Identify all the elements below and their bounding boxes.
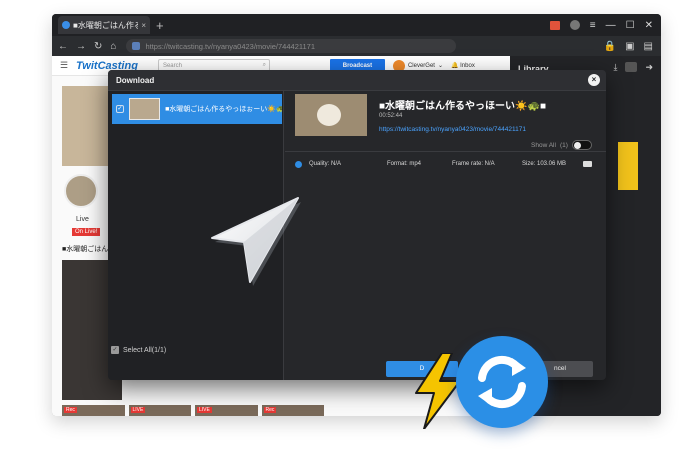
video-thumbnail <box>295 94 367 136</box>
minimize-icon[interactable]: — <box>606 20 616 31</box>
item-checkbox[interactable]: ✓ <box>116 105 124 113</box>
close-icon[interactable]: × <box>588 74 600 86</box>
site-info-icon <box>132 42 141 50</box>
live-title: ■水曜朝ごはん <box>62 246 109 253</box>
menu-icon[interactable]: ≡ <box>590 20 596 31</box>
nav-buttons: ← → ↻ ⌂ <box>52 41 116 52</box>
video-detail: ■水曜朝ごはん作るやっほーい☀️🐢■ 00:52:44 https://twit… <box>285 91 606 380</box>
url-field[interactable]: https://twitcasting.tv/nyanya0423/movie/… <box>126 39 457 53</box>
sidebar-icon[interactable]: ▤ <box>644 41 653 52</box>
broadcast-label: Broadcast <box>342 62 373 69</box>
user-name: CleverGet <box>407 62 435 69</box>
recommend-thumb[interactable]: LIVE <box>128 405 191 416</box>
show-all-toggle[interactable]: Show All (1) <box>531 140 592 150</box>
chevron-down-icon: ⌄ <box>437 63 443 69</box>
stream-thumbnail[interactable] <box>62 86 110 166</box>
forward-icon[interactable]: → <box>76 41 86 52</box>
toggle-switch[interactable] <box>571 140 592 150</box>
convert-icon <box>456 336 548 428</box>
maximize-icon[interactable]: ☐ <box>626 20 635 31</box>
checkbox-icon: ✓ <box>111 346 119 354</box>
cancel-label: ncel <box>554 365 566 372</box>
new-tab-icon[interactable]: + <box>156 18 164 33</box>
bell-icon: 🔔 <box>450 63 459 69</box>
tab-close-icon[interactable]: × <box>141 21 146 30</box>
library-highlight <box>618 142 638 190</box>
lock-icon[interactable]: 🔒 <box>604 41 616 52</box>
reload-icon[interactable]: ↻ <box>94 41 102 52</box>
size-text: Size: 103.06 MB <box>522 161 567 167</box>
address-actions: 🔒 ▣ ▤ <box>604 41 653 52</box>
dialog-header: Download × <box>108 70 606 91</box>
item-thumbnail <box>128 98 161 120</box>
format-text: Format: mp4 <box>387 161 422 167</box>
video-url[interactable]: https://twitcasting.tv/nyanya0423/movie/… <box>379 126 526 133</box>
video-title: ■水曜朝ごはん作るやっほーい☀️🐢■ <box>379 101 546 112</box>
browser-tab[interactable]: ■水曜朝ごはん作るやっ × <box>58 16 150 34</box>
library-actions: ⤓ ➜ <box>613 62 653 73</box>
list-item[interactable]: ✓ ■水曜朝ごはん作るやっほぉーい☀️🐢■ <box>112 94 282 124</box>
cursor-icon <box>211 197 301 286</box>
hamburger-icon[interactable]: ☰ <box>60 60 70 71</box>
recommend-strip: Rec LIVE LIVE Rec <box>62 405 324 416</box>
back-icon[interactable]: ← <box>58 41 68 52</box>
select-all-checkbox[interactable]: ✓ Select All(1/1) <box>111 346 166 354</box>
tab-title: ■水曜朝ごはん作るやっ <box>73 20 139 30</box>
favicon-icon <box>62 21 70 29</box>
recommend-badge: LIVE <box>130 407 146 413</box>
window-controls: ≡ — ☐ ✕ <box>549 14 661 36</box>
quality-text: Quality: N/A <box>309 161 342 167</box>
divider <box>285 151 606 152</box>
stage: ■水曜朝ごはん作るやっ × + ≡ — ☐ ✕ ← → ↻ ⌂ ht <box>0 0 684 449</box>
search-placeholder: Search <box>162 62 182 69</box>
video-duration: 00:52:44 <box>379 113 403 119</box>
screenshot-icon[interactable]: ▣ <box>625 41 634 52</box>
recommend-badge: Rec <box>263 407 277 413</box>
gift-icon[interactable] <box>549 20 560 30</box>
framerate-text: Frame rate: N/A <box>452 161 495 167</box>
search-icon: ⌕ <box>262 62 266 68</box>
recommend-thumb[interactable]: Rec <box>62 405 125 416</box>
on-live-badge: On Live! <box>72 228 101 236</box>
address-bar: ← → ↻ ⌂ https://twitcasting.tv/nyanya042… <box>52 36 661 56</box>
recommend-badge: LIVE <box>197 407 212 413</box>
streamer-avatar[interactable] <box>64 174 98 208</box>
inbox-label: Inbox <box>460 63 475 69</box>
show-all-count: (1) <box>559 141 568 149</box>
format-radio[interactable] <box>295 160 302 168</box>
convert-arrows-icon <box>478 355 526 409</box>
select-all-label: Select All(1/1) <box>123 346 167 354</box>
close-window-icon[interactable]: ✕ <box>645 20 653 31</box>
settings-icon[interactable] <box>569 20 580 30</box>
list-item-title: ■水曜朝ごはん作るやっほぉーい☀️🐢■ <box>165 106 282 113</box>
url-text: https://twitcasting.tv/nyanya0423/movie/… <box>145 41 315 51</box>
arrow-icon[interactable]: ➜ <box>645 62 653 73</box>
download-icon[interactable]: ⤓ <box>613 62 617 73</box>
recommend-badge: Rec <box>64 407 77 413</box>
recommend-thumb[interactable]: Rec <box>261 405 324 416</box>
show-all-label: Show All <box>531 141 556 149</box>
live-label: Live <box>76 216 89 223</box>
video-type-icon <box>583 161 592 167</box>
recommend-thumb[interactable]: LIVE <box>195 405 258 416</box>
youtube-icon[interactable] <box>625 62 638 72</box>
format-row[interactable]: Quality: N/A Format: mp4 Frame rate: N/A… <box>285 157 606 171</box>
inbox-link[interactable]: 🔔 Inbox <box>451 62 475 69</box>
download-dialog: Download × ✓ ■水曜朝ごはん作るやっほぉーい☀️🐢■ ✓ Selec… <box>108 70 606 380</box>
title-bar: ■水曜朝ごはん作るやっ × + ≡ — ☐ ✕ <box>52 14 661 36</box>
dialog-title: Download <box>116 76 155 85</box>
home-icon[interactable]: ⌂ <box>110 41 116 52</box>
